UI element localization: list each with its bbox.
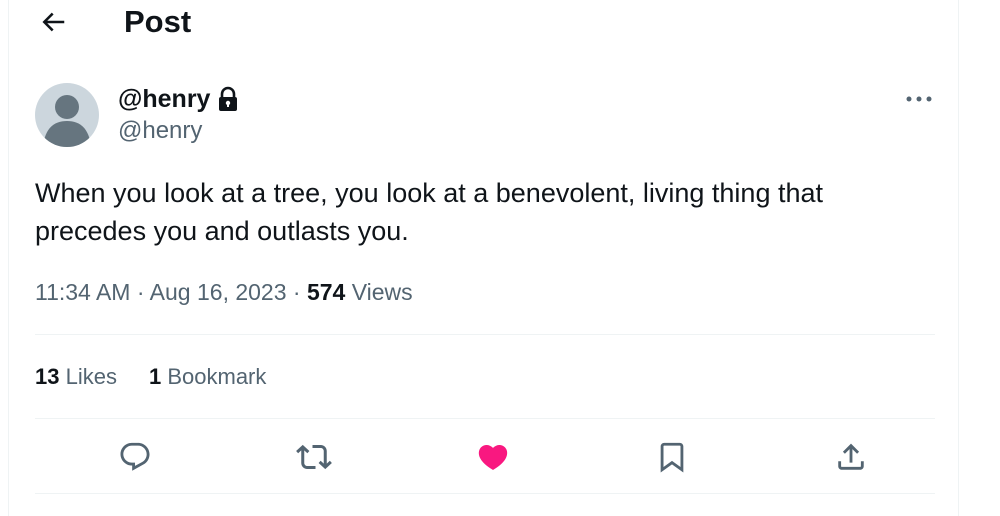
repost-button[interactable]: [293, 436, 335, 478]
page-title: Post: [124, 4, 192, 39]
more-options-button[interactable]: [899, 84, 939, 114]
bookmark-button[interactable]: [651, 436, 693, 478]
like-button[interactable]: [472, 436, 514, 478]
post-detail-column: Post @henry @henry When you look at a tr…: [8, 0, 959, 516]
likes-stat[interactable]: 13 Likes: [35, 362, 117, 392]
user-handle[interactable]: @henry: [118, 116, 202, 146]
avatar[interactable]: [35, 83, 99, 147]
reply-button[interactable]: [114, 436, 156, 478]
likes-label: Likes: [65, 364, 117, 389]
bookmarks-count: 1: [148, 364, 162, 389]
post-time[interactable]: 11:34 AM: [35, 279, 130, 305]
heart-filled-icon: [478, 444, 508, 470]
lock-icon: [216, 86, 240, 112]
divider: [35, 418, 935, 419]
views-count: 574: [306, 279, 346, 305]
repost-icon: [296, 444, 332, 470]
share-button[interactable]: [830, 436, 872, 478]
bookmark-icon: [660, 442, 684, 473]
post-text: When you look at a tree, you look at a b…: [35, 178, 823, 246]
bookmarks-stat[interactable]: 1 Bookmark: [149, 362, 266, 392]
reply-icon: [120, 442, 150, 471]
meta-separator: ·: [292, 279, 301, 305]
post-date[interactable]: Aug 16, 2023: [150, 279, 287, 305]
likes-count: 13: [35, 364, 60, 389]
back-button[interactable]: [33, 2, 73, 42]
divider: [35, 334, 935, 335]
share-icon: [838, 443, 864, 470]
meta-separator: ·: [136, 279, 145, 305]
action-bar: [35, 436, 935, 478]
more-horizontal-icon: [906, 96, 932, 102]
post-meta: 11:34 AM · Aug 16, 2023 · 574 Views: [35, 276, 413, 308]
page-header: Post: [9, 0, 958, 44]
display-name-row: @henry: [118, 84, 240, 114]
views-label: Views: [351, 279, 413, 305]
divider: [35, 493, 935, 494]
display-name[interactable]: @henry: [118, 84, 210, 114]
arrow-left-icon: [42, 12, 65, 32]
engagement-stats: 13 Likes 1 Bookmark: [35, 362, 266, 392]
bookmarks-label: Bookmark: [167, 364, 267, 389]
default-avatar-icon: [43, 95, 91, 147]
